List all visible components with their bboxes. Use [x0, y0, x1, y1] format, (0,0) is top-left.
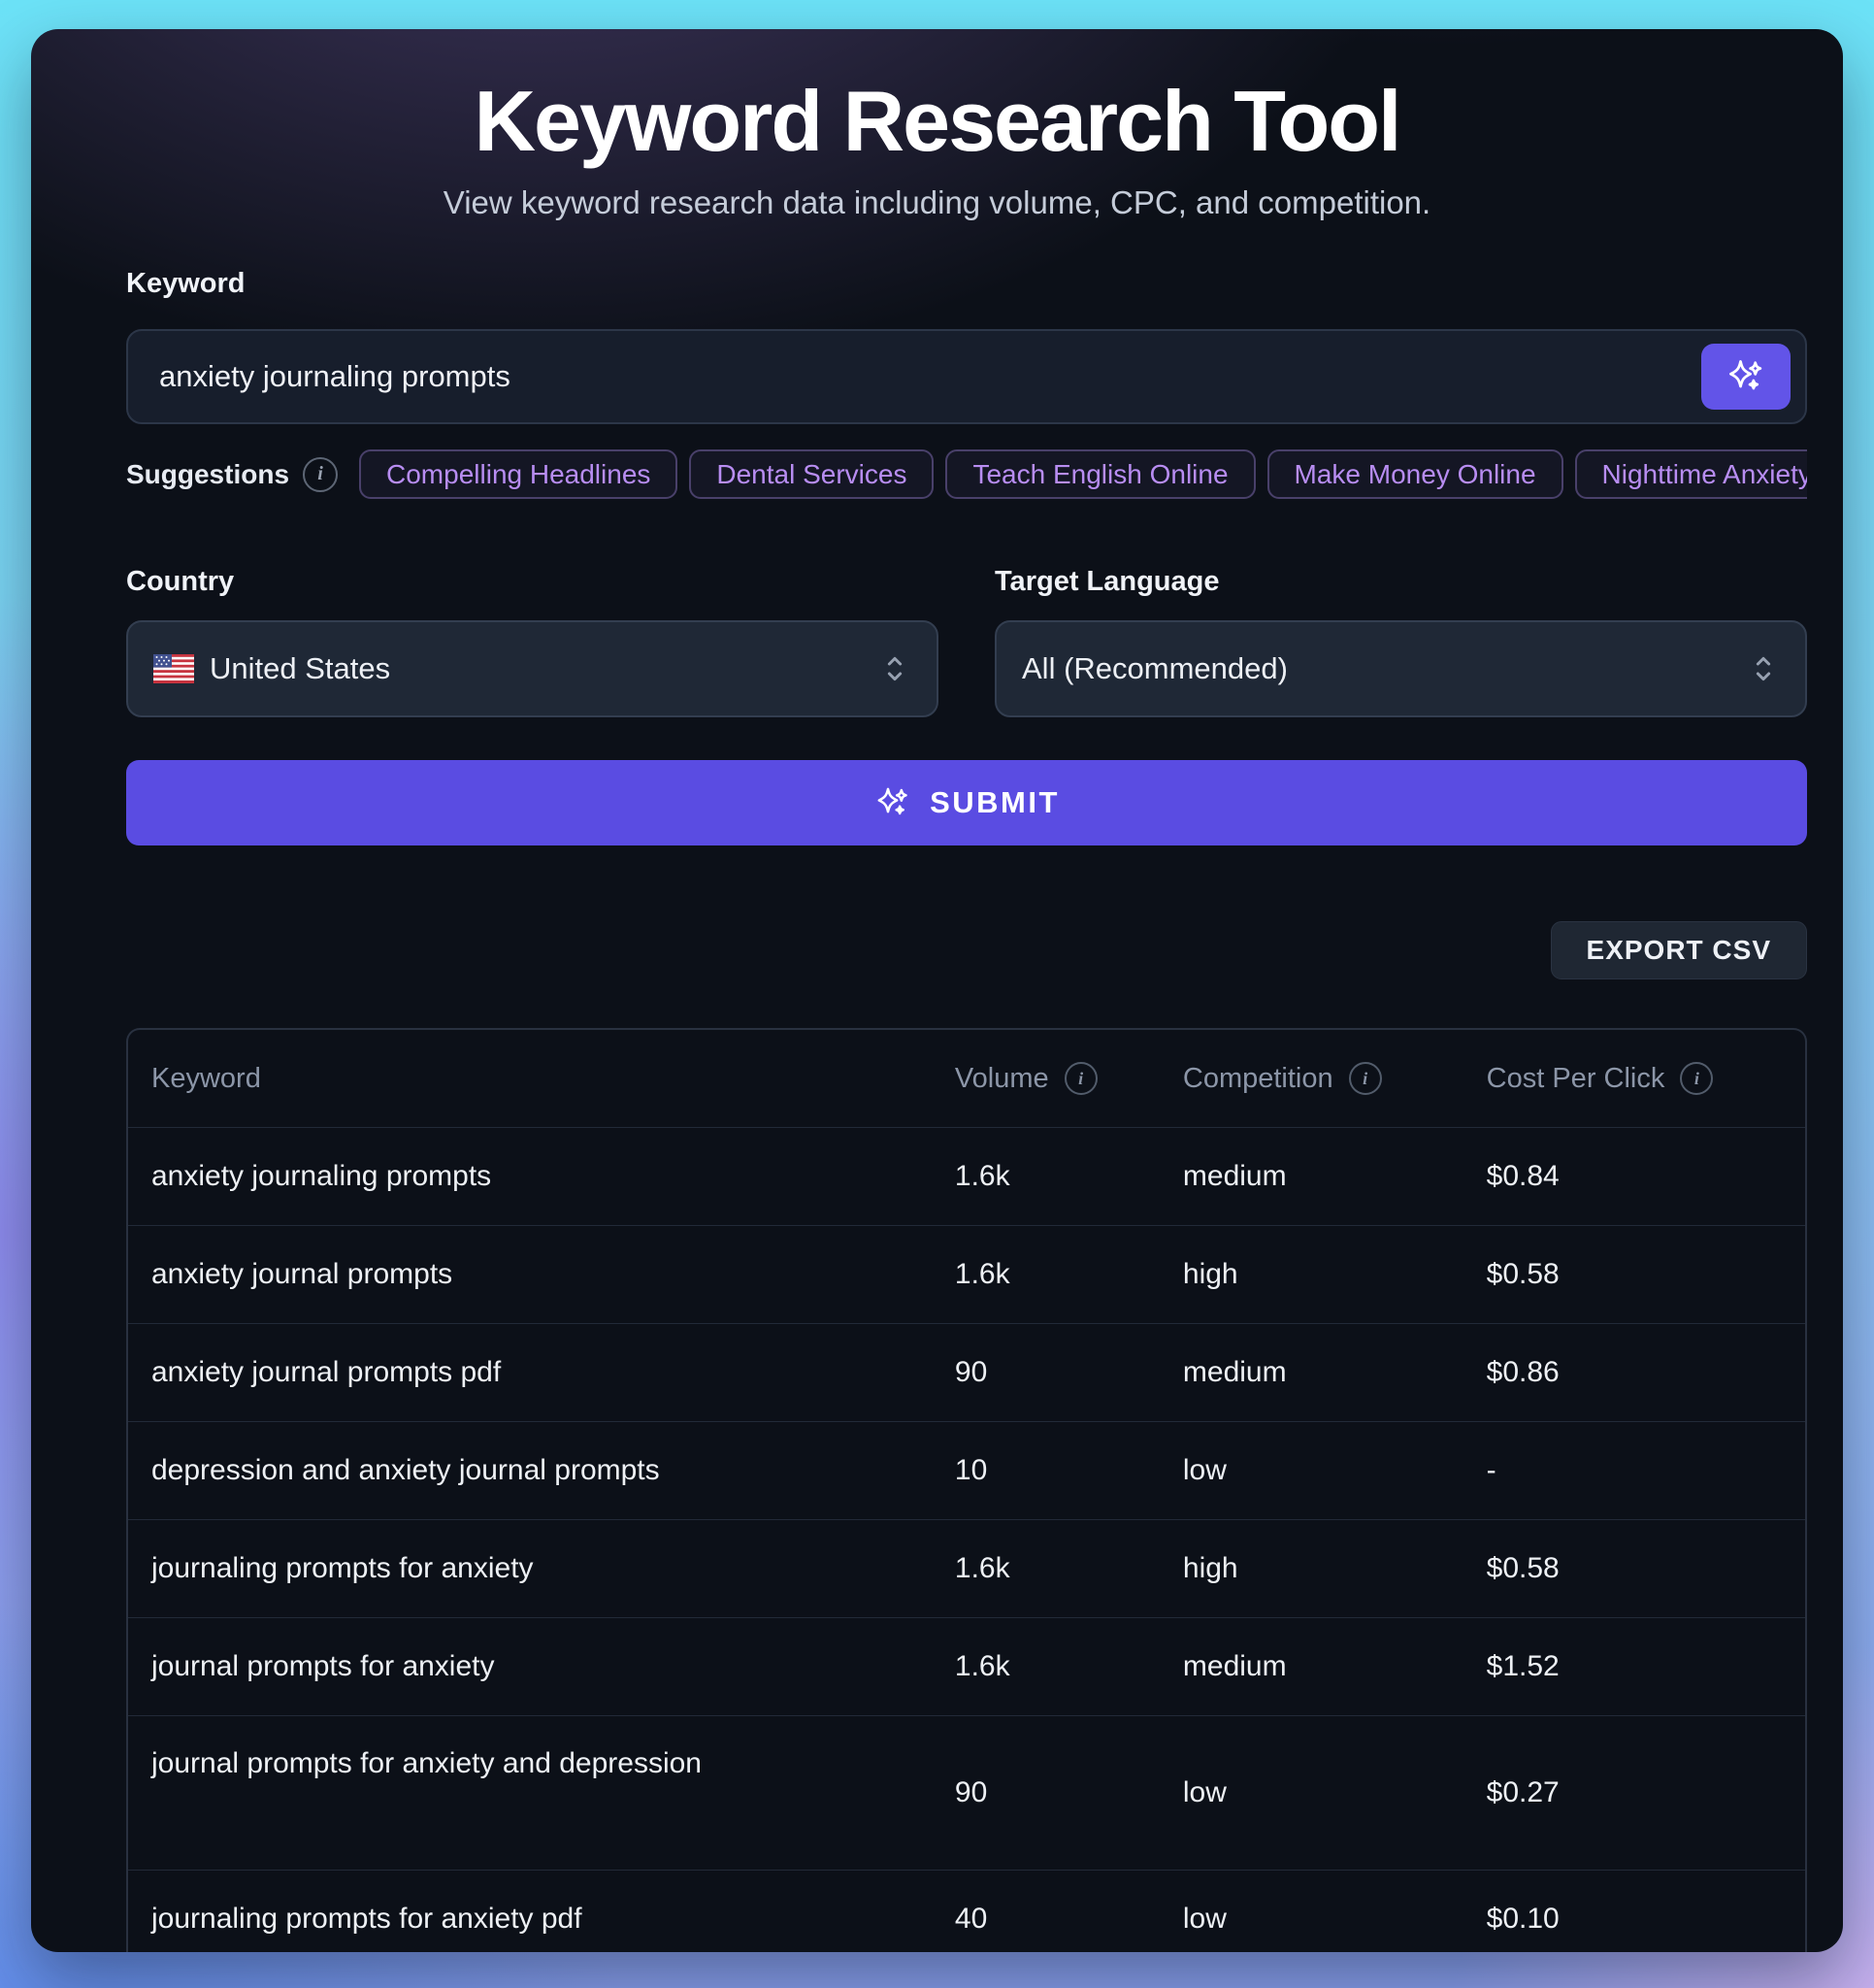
suggestion-pill[interactable]: Dental Services: [689, 449, 934, 499]
chevron-updown-icon: [880, 651, 909, 686]
target-language-select-value: All (Recommended): [1022, 651, 1749, 686]
column-header-keyword: Keyword: [128, 1063, 955, 1095]
keyword-cell: anxiety journaling prompts: [128, 1160, 955, 1193]
cpc-cell: $0.58: [1487, 1552, 1805, 1585]
competition-cell: medium: [1183, 1160, 1487, 1193]
sparkles-icon: [1725, 355, 1767, 398]
volume-cell: 40: [955, 1903, 1183, 1936]
suggestion-pill[interactable]: Compelling Headlines: [359, 449, 677, 499]
competition-cell: low: [1183, 1454, 1487, 1487]
column-header-cpc: Cost Per Clicki: [1487, 1062, 1805, 1095]
keyword-cell: depression and anxiety journal prompts: [128, 1454, 955, 1487]
keyword-input[interactable]: [126, 329, 1807, 424]
cpc-cell: $1.52: [1487, 1650, 1805, 1683]
table-row: journal prompts for anxiety 1.6k medium …: [128, 1617, 1805, 1715]
cpc-info-icon[interactable]: i: [1680, 1062, 1713, 1095]
submit-button[interactable]: SUBMIT: [126, 760, 1807, 845]
results-table: Keyword Volumei Competitioni Cost Per Cl…: [126, 1028, 1807, 1952]
volume-cell: 1.6k: [955, 1258, 1183, 1291]
keyword-input-group: [126, 329, 1807, 424]
competition-cell: low: [1183, 1776, 1487, 1809]
competition-cell: high: [1183, 1258, 1487, 1291]
volume-cell: 90: [955, 1776, 1183, 1809]
country-select-value: United States: [210, 651, 880, 686]
target-language-label: Target Language: [995, 566, 1807, 598]
competition-cell: medium: [1183, 1356, 1487, 1389]
ai-sparkle-button[interactable]: [1701, 344, 1791, 410]
page: Keyword Research Tool View keyword resea…: [0, 0, 1874, 1988]
keyword-cell: journal prompts for anxiety: [128, 1650, 955, 1683]
table-row: anxiety journal prompts pdf 90 medium $0…: [128, 1323, 1805, 1421]
competition-cell: medium: [1183, 1650, 1487, 1683]
volume-cell: 1.6k: [955, 1160, 1183, 1193]
sparkles-icon: [873, 783, 912, 822]
column-header-volume: Volumei: [955, 1062, 1183, 1095]
column-header-competition: Competitioni: [1183, 1062, 1487, 1095]
volume-cell: 90: [955, 1356, 1183, 1389]
table-row: journal prompts for anxiety and depressi…: [128, 1715, 1805, 1870]
keyword-research-card: Keyword Research Tool View keyword resea…: [31, 29, 1843, 1952]
country-label: Country: [126, 566, 938, 598]
cpc-cell: $0.27: [1487, 1776, 1805, 1809]
volume-cell: 10: [955, 1454, 1183, 1487]
volume-cell: 1.6k: [955, 1552, 1183, 1585]
keyword-label: Keyword: [126, 268, 1807, 300]
suggestions-info-icon[interactable]: i: [303, 457, 338, 492]
chevron-updown-icon: [1749, 651, 1778, 686]
volume-cell: 1.6k: [955, 1650, 1183, 1683]
suggestion-pill[interactable]: Teach English Online: [945, 449, 1255, 499]
suggestion-pill[interactable]: Nighttime Anxiety Pr: [1575, 449, 1807, 499]
country-field: Country: [126, 499, 938, 717]
country-select[interactable]: United States: [126, 620, 938, 717]
keyword-cell: anxiety journal prompts: [128, 1258, 955, 1291]
competition-cell: low: [1183, 1903, 1487, 1936]
cpc-cell: $0.58: [1487, 1258, 1805, 1291]
table-row: depression and anxiety journal prompts 1…: [128, 1421, 1805, 1519]
suggestion-pill[interactable]: Make Money Online: [1267, 449, 1563, 499]
competition-info-icon[interactable]: i: [1349, 1062, 1382, 1095]
keyword-cell: journaling prompts for anxiety: [128, 1552, 955, 1585]
table-row: journaling prompts for anxiety 1.6k high…: [128, 1519, 1805, 1617]
page-title: Keyword Research Tool: [31, 72, 1843, 171]
cpc-cell: $0.10: [1487, 1903, 1805, 1936]
suggestions-row: Suggestions i Compelling Headlines Denta…: [126, 449, 1807, 499]
language-field: Target Language All (Recommended): [995, 499, 1807, 717]
cpc-cell: $0.84: [1487, 1160, 1805, 1193]
keyword-cell: journaling prompts for anxiety pdf: [128, 1903, 955, 1936]
page-subtitle: View keyword research data including vol…: [31, 184, 1843, 221]
table-header-row: Keyword Volumei Competitioni Cost Per Cl…: [128, 1030, 1805, 1127]
export-csv-button[interactable]: EXPORT CSV: [1551, 921, 1807, 979]
us-flag-icon: [153, 654, 194, 683]
keyword-cell: anxiety journal prompts pdf: [128, 1356, 955, 1389]
export-row: EXPORT CSV: [126, 921, 1807, 979]
cpc-cell: -: [1487, 1454, 1805, 1487]
table-row: anxiety journaling prompts 1.6k medium $…: [128, 1127, 1805, 1225]
keyword-cell: journal prompts for anxiety and depressi…: [128, 1716, 955, 1780]
competition-cell: high: [1183, 1552, 1487, 1585]
target-language-select[interactable]: All (Recommended): [995, 620, 1807, 717]
table-row: anxiety journal prompts 1.6k high $0.58: [128, 1225, 1805, 1323]
cpc-cell: $0.86: [1487, 1356, 1805, 1389]
table-row: journaling prompts for anxiety pdf 40 lo…: [128, 1870, 1805, 1952]
suggestions-label: Suggestions: [126, 459, 289, 490]
volume-info-icon[interactable]: i: [1065, 1062, 1098, 1095]
submit-button-label: SUBMIT: [930, 785, 1060, 820]
